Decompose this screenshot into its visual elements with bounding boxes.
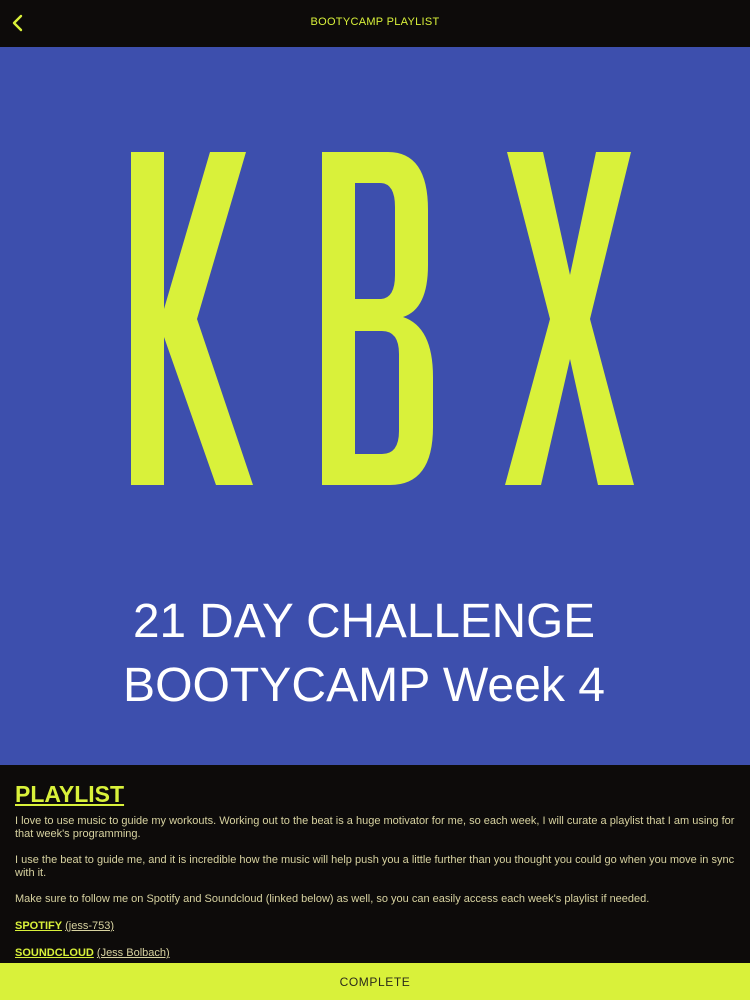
soundcloud-link[interactable]: SOUNDCLOUD [15, 947, 94, 959]
hero-line-1: 21 DAY CHALLENGE [133, 595, 595, 648]
hero-line-2: BOOTYCAMP Week 4 [123, 659, 605, 712]
follow-paragraph: Make sure to follow me on Spotify and So… [15, 893, 650, 905]
intro-paragraph: I love to use music to guide my workouts… [15, 815, 735, 840]
beat-paragraph: I use the beat to guide me, and it is in… [15, 854, 735, 879]
spotify-handle-link[interactable]: (jess-753) [65, 920, 114, 932]
hero-image: 21 DAY CHALLENGE BOOTYCAMP Week 4 [0, 47, 750, 765]
screen-title: BOOTYCAMP PLAYLIST [310, 16, 440, 28]
playlist-section: PLAYLIST I love to use music to guide my… [15, 780, 737, 960]
soundcloud-link-line: SOUNDCLOUD (Jess Bolbach) [15, 947, 737, 960]
spotify-link-line: SPOTIFY (jess-753) [15, 920, 737, 933]
playlist-heading: PLAYLIST [15, 781, 125, 807]
complete-button[interactable]: COMPLETE [0, 963, 750, 1000]
top-navigation-bar: BOOTYCAMP PLAYLIST [0, 0, 750, 47]
soundcloud-handle-link[interactable]: (Jess Bolbach) [97, 947, 170, 959]
spotify-link[interactable]: SPOTIFY [15, 920, 62, 932]
